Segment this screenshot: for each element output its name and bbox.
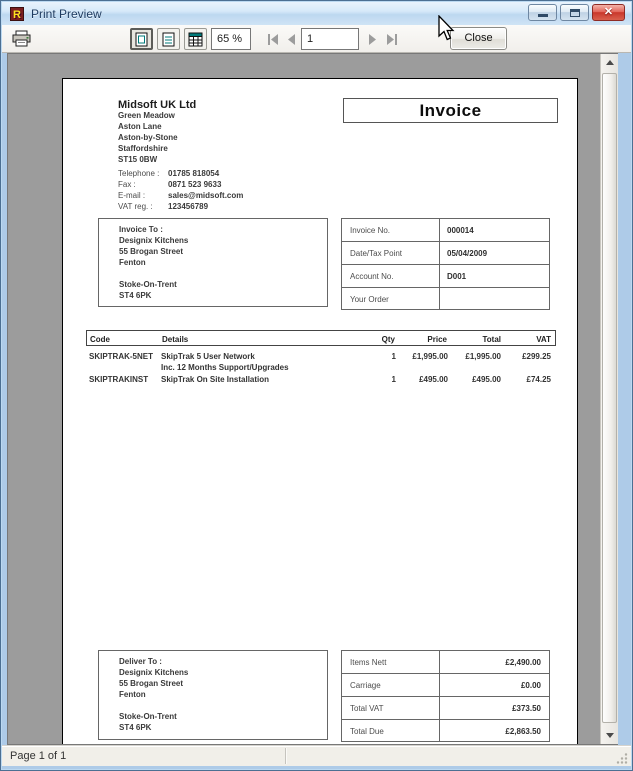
titlebar[interactable]: R Print Preview ✕ bbox=[2, 2, 631, 25]
status-divider bbox=[285, 748, 287, 764]
meta-row: Account No.D001 bbox=[342, 265, 549, 288]
company-contact-values: 01785 818054 0871 523 9633 sales@midsoft… bbox=[168, 168, 243, 212]
totals-row: Carriage£0.00 bbox=[342, 674, 549, 697]
invoice-meta-table: Invoice No.000014 Date/Tax Point05/04/20… bbox=[341, 218, 550, 310]
minimize-button[interactable] bbox=[528, 4, 557, 21]
scrollbar-thumb[interactable] bbox=[602, 73, 617, 723]
totals-row: Items Nett£2,490.00 bbox=[342, 651, 549, 674]
previous-page-icon bbox=[287, 34, 296, 45]
print-preview-window: R Print Preview ✕ bbox=[0, 0, 633, 771]
app-icon: R bbox=[10, 7, 24, 21]
page-width-icon bbox=[162, 32, 175, 47]
totals-row: Total Due£2,863.50 bbox=[342, 720, 549, 743]
minimize-icon bbox=[538, 14, 548, 17]
company-contact-labels: Telephone : Fax : E-mail : VAT reg. : bbox=[118, 168, 159, 212]
deliver-to-box: Deliver To : Designix Kitchens 55 Brogan… bbox=[98, 650, 328, 740]
company-address: Green Meadow Aston Lane Aston-by-Stone S… bbox=[118, 110, 178, 165]
close-icon: ✕ bbox=[604, 5, 613, 20]
close-preview-button[interactable]: Close bbox=[450, 27, 507, 50]
mouse-cursor-icon bbox=[437, 15, 457, 43]
previous-page-button[interactable] bbox=[283, 28, 300, 50]
scroll-up-icon bbox=[606, 60, 614, 65]
resize-grip[interactable] bbox=[616, 752, 628, 764]
next-page-button[interactable] bbox=[364, 28, 381, 50]
totals-table: Items Nett£2,490.00 Carriage£0.00 Total … bbox=[341, 650, 550, 742]
toolbar: Close bbox=[2, 25, 631, 53]
document-title: Invoice bbox=[343, 98, 558, 123]
whole-page-icon bbox=[135, 32, 148, 47]
multiple-pages-icon bbox=[188, 32, 203, 47]
first-page-icon bbox=[267, 34, 279, 45]
scroll-up-button[interactable] bbox=[601, 54, 618, 71]
invoice-page: Midsoft UK Ltd Green Meadow Aston Lane A… bbox=[62, 78, 578, 745]
last-page-button[interactable] bbox=[383, 28, 400, 50]
totals-row: Total VAT£373.50 bbox=[342, 697, 549, 720]
page-status-text: Page 1 of 1 bbox=[10, 750, 66, 762]
document-viewport: Midsoft UK Ltd Green Meadow Aston Lane A… bbox=[7, 53, 618, 745]
window-title: Print Preview bbox=[31, 7, 102, 21]
first-page-button[interactable] bbox=[264, 28, 281, 50]
print-button[interactable] bbox=[12, 30, 31, 52]
view-page-width-button[interactable] bbox=[157, 28, 180, 50]
printer-icon bbox=[12, 30, 31, 47]
invoice-to-box: Invoice To : Designix Kitchens 55 Brogan… bbox=[98, 218, 328, 307]
maximize-button[interactable] bbox=[560, 4, 589, 21]
scroll-down-icon bbox=[606, 733, 614, 738]
zoom-input[interactable] bbox=[211, 28, 251, 50]
view-whole-page-button[interactable] bbox=[130, 28, 153, 50]
next-page-icon bbox=[368, 34, 377, 45]
scroll-down-button[interactable] bbox=[601, 727, 618, 744]
window-close-button[interactable]: ✕ bbox=[592, 4, 625, 21]
page-number-input[interactable] bbox=[301, 28, 359, 50]
meta-row: Your Order bbox=[342, 288, 549, 311]
status-bar: Page 1 of 1 bbox=[2, 745, 631, 766]
meta-row: Date/Tax Point05/04/2009 bbox=[342, 242, 549, 265]
vertical-scrollbar[interactable] bbox=[600, 54, 618, 744]
meta-row: Invoice No.000014 bbox=[342, 219, 549, 242]
view-multiple-pages-button[interactable] bbox=[184, 28, 207, 50]
items-table-header: Code Details Qty Price Total VAT bbox=[86, 330, 556, 346]
last-page-icon bbox=[386, 34, 398, 45]
maximize-icon bbox=[570, 9, 580, 17]
